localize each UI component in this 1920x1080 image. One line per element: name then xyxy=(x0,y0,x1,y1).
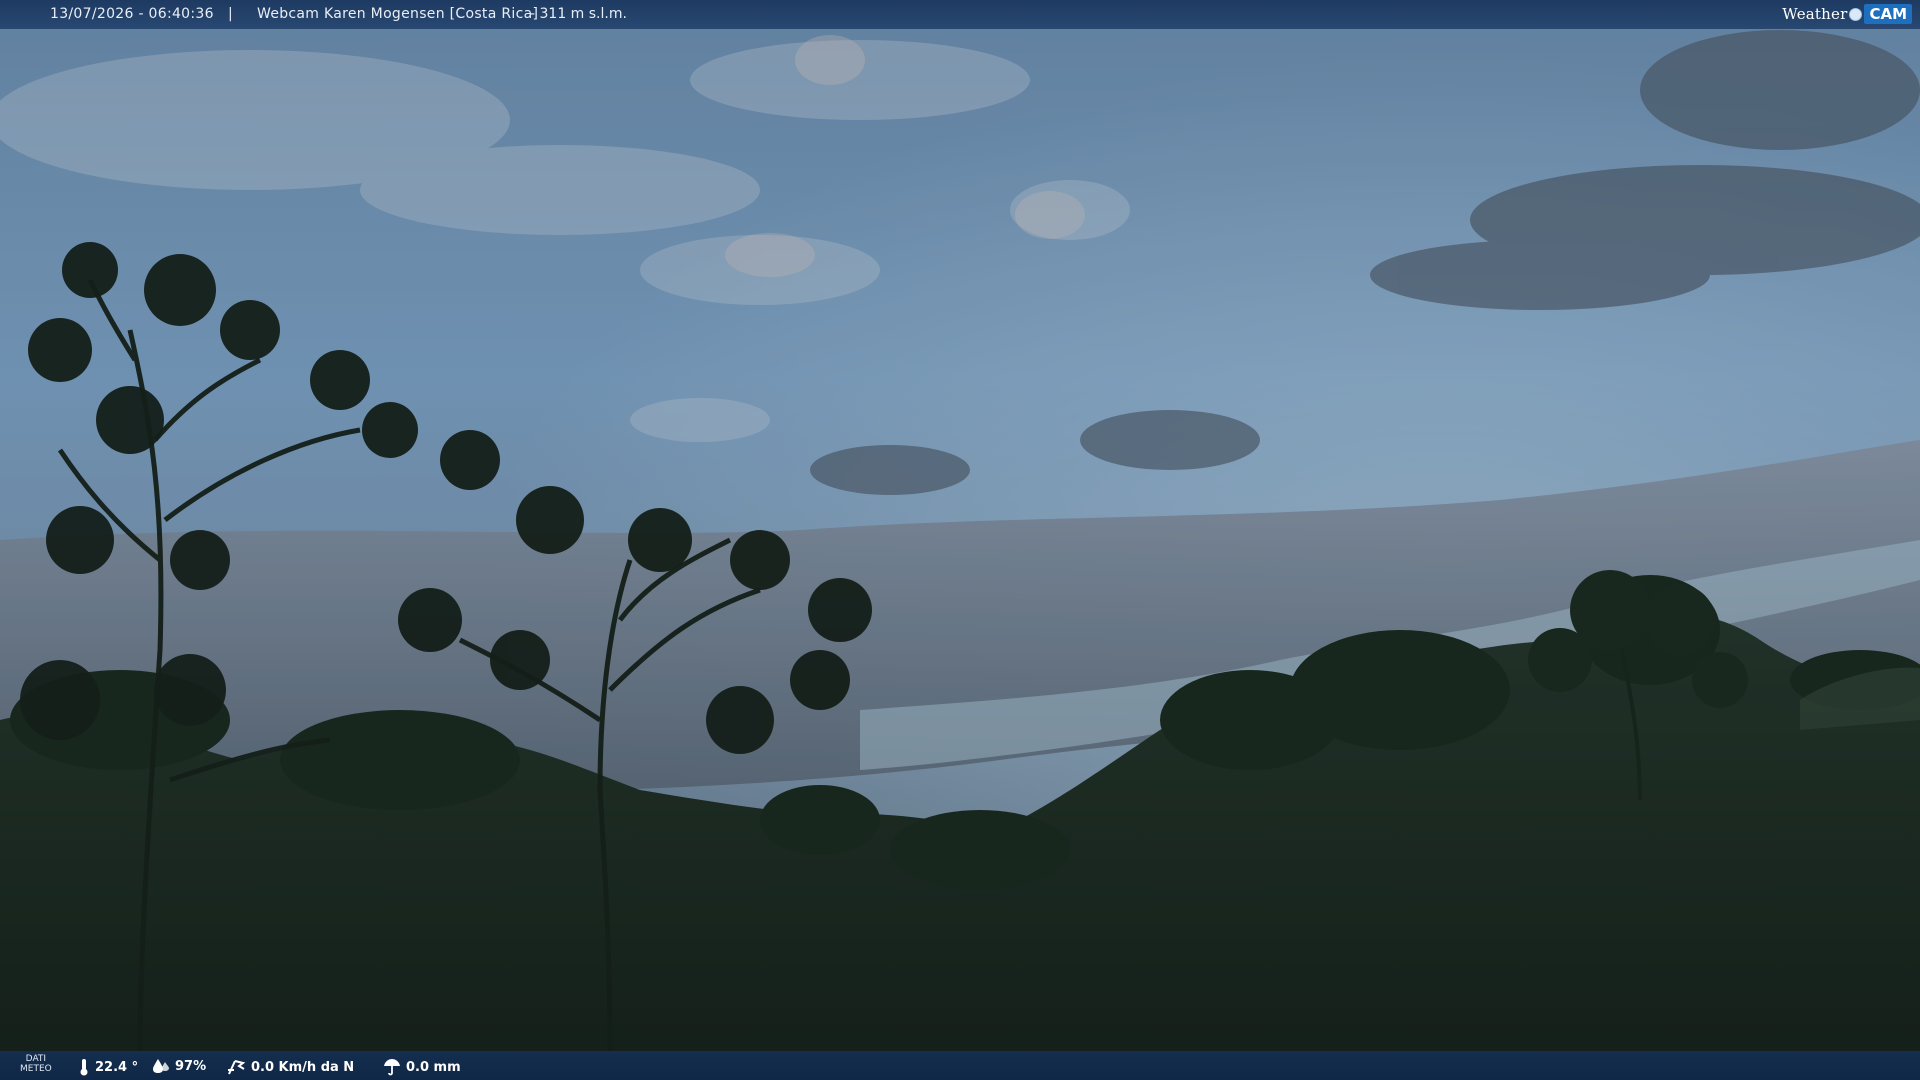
camera-title: Webcam Karen Mogensen [Costa Rica] xyxy=(257,6,539,22)
rain-value: 0.0 mm xyxy=(406,1059,461,1075)
weather-data-label-line2: METEO xyxy=(20,1064,52,1074)
weather-data-label-line1: DATI xyxy=(25,1054,47,1064)
humidity-value: 97% xyxy=(175,1058,207,1074)
rain-reading: 0.0 mm xyxy=(383,1058,461,1076)
wind-value: 0.0 Km/h da N xyxy=(251,1059,355,1075)
wind-icon xyxy=(228,1060,246,1075)
header-separator: | xyxy=(228,6,233,22)
weather-data-bar: DATI METEO 22.4 ° 97% 0.0 Km/h da N 0.0 … xyxy=(0,1051,1920,1080)
rain-umbrella-icon xyxy=(384,1059,400,1076)
weather-data-label: DATI METEO xyxy=(20,1054,52,1074)
weathercam-logo-icon: Weather CAM xyxy=(1782,2,1912,26)
logo-dot-icon xyxy=(1849,7,1863,21)
altitude-label: - 311 m s.l.m. xyxy=(530,6,627,22)
temperature-reading: 22.4 ° xyxy=(78,1058,138,1076)
webcam-image xyxy=(0,0,1920,1080)
logo-text-cam: CAM xyxy=(1864,4,1912,24)
wind-reading: 0.0 Km/h da N xyxy=(226,1058,354,1076)
webcam-frame: 13/07/2026 - 06:40:36 | Webcam Karen Mog… xyxy=(0,0,1920,1080)
humidity-reading: 97% xyxy=(152,1058,206,1074)
humidity-drop-icon xyxy=(153,1059,169,1073)
thermometer-icon xyxy=(80,1059,88,1076)
logo-text-weather: Weather xyxy=(1782,5,1848,23)
timestamp: 13/07/2026 - 06:40:36 xyxy=(50,6,214,22)
temperature-value: 22.4 ° xyxy=(95,1059,139,1075)
header-bar: 13/07/2026 - 06:40:36 | Webcam Karen Mog… xyxy=(0,0,1920,29)
